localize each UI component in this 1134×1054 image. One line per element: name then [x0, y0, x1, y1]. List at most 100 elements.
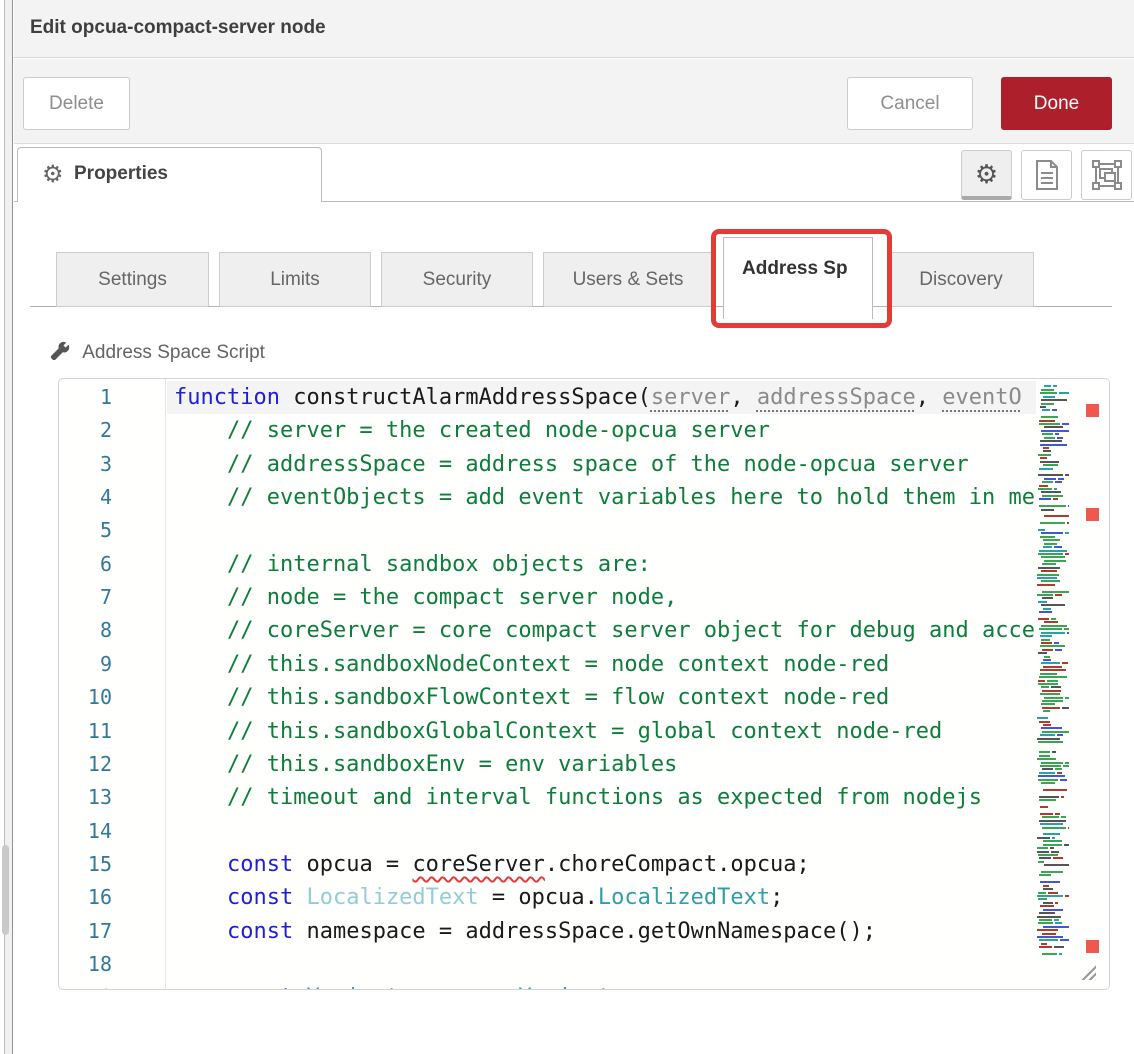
minimap-line — [1039, 420, 1055, 422]
minimap-line — [1039, 939, 1058, 941]
minimap-line — [1041, 556, 1065, 558]
properties-icon-button[interactable]: ⚙ — [961, 150, 1012, 200]
dialog-button-bar: Delete Cancel Done — [14, 59, 1134, 144]
tab-properties[interactable]: ⚙ Properties — [17, 147, 322, 202]
minimap-line — [1055, 922, 1062, 924]
appearance-icon-button[interactable] — [1081, 150, 1132, 200]
minimap-line — [1038, 854, 1058, 856]
error-marker — [1086, 404, 1099, 417]
minimap-line — [1038, 922, 1053, 924]
minimap-line — [1044, 621, 1059, 623]
minimap-line — [1042, 933, 1056, 935]
line-number: 7 — [58, 581, 112, 614]
minimap-line — [1043, 840, 1063, 842]
minimap-line — [1041, 430, 1069, 432]
minimap[interactable] — [1036, 379, 1069, 990]
line-number: 16 — [58, 881, 112, 914]
minimap-line — [1041, 727, 1062, 729]
minimap-line — [1055, 768, 1062, 770]
cancel-button[interactable]: Cancel — [847, 77, 973, 130]
line-number: 9 — [58, 648, 112, 681]
minimap-line — [1054, 946, 1064, 948]
code-line: // this.sandboxNodeContext = node contex… — [167, 648, 1094, 681]
tab-limits[interactable]: Limits — [219, 252, 371, 307]
minimap-line — [1050, 847, 1053, 849]
tab-address-space[interactable]: Address Sp — [723, 237, 873, 319]
minimap-line — [1041, 625, 1067, 627]
minimap-line — [1041, 532, 1063, 534]
minimap-line — [1039, 799, 1056, 801]
minimap-line — [1039, 550, 1066, 552]
minimap-line — [1042, 597, 1053, 599]
done-button[interactable]: Done — [1001, 77, 1112, 130]
minimap-line — [1039, 676, 1067, 678]
minimap-line — [1038, 861, 1044, 863]
tab-security[interactable]: Security — [381, 252, 533, 307]
minimap-line — [1059, 953, 1062, 955]
minimap-line — [1041, 509, 1054, 511]
minimap-line — [1043, 608, 1051, 610]
minimap-line — [1042, 649, 1054, 651]
line-number: 3 — [58, 448, 112, 481]
minimap-line — [1044, 437, 1056, 439]
code-text-area[interactable]: function constructAlarmAddressSpace(serv… — [167, 379, 1094, 990]
minimap-line — [1040, 693, 1060, 695]
minimap-line — [1037, 758, 1056, 760]
minimap-line — [1042, 827, 1065, 829]
minimap-line — [1047, 680, 1058, 682]
minimap-line — [1054, 642, 1058, 644]
minimap-line — [1043, 789, 1068, 791]
line-number: 1 — [58, 381, 112, 414]
minimap-line — [1041, 580, 1060, 582]
minimap-line — [1057, 437, 1062, 439]
minimap-line — [1037, 929, 1058, 931]
minimap-line — [1041, 686, 1049, 688]
minimap-line — [1038, 683, 1059, 685]
minimap-line — [1038, 474, 1063, 476]
minimap-line — [1039, 498, 1051, 500]
line-number: 18 — [58, 948, 112, 981]
page-scrollbar-thumb[interactable] — [2, 845, 9, 935]
minimap-line — [1039, 796, 1059, 798]
tab-discovery[interactable]: Discovery — [888, 252, 1034, 307]
description-icon-button[interactable] — [1021, 150, 1072, 200]
minimap-line — [1055, 902, 1058, 904]
minimap-line — [1058, 478, 1064, 480]
minimap-line — [1040, 635, 1052, 637]
minimap-line — [1041, 403, 1054, 405]
code-editor[interactable]: 12345678910111213141516171819 function c… — [58, 378, 1110, 990]
minimap-line — [1041, 782, 1055, 784]
minimap-line — [1041, 639, 1050, 641]
minimap-line — [1040, 734, 1055, 736]
minimap-line — [1040, 881, 1060, 883]
minimap-line — [1039, 423, 1060, 425]
minimap-line — [1043, 464, 1058, 466]
minimap-line — [1052, 409, 1057, 411]
minimap-line — [1037, 936, 1063, 938]
minimap-line — [1037, 738, 1060, 740]
tab-users-sets[interactable]: Users & Sets — [543, 252, 713, 307]
minimap-line — [1039, 755, 1051, 757]
minimap-line — [1055, 813, 1060, 815]
minimap-line — [1040, 536, 1055, 538]
minimap-line — [1043, 885, 1050, 887]
minimap-line — [1038, 529, 1045, 531]
script-section-label: Address Space Script — [50, 341, 265, 367]
delete-button[interactable]: Delete — [23, 77, 130, 130]
appearance-icon — [1092, 160, 1122, 190]
tab-settings[interactable]: Settings — [56, 252, 209, 307]
minimap-line — [1038, 898, 1047, 900]
line-number: 11 — [58, 715, 112, 748]
line-number: 2 — [58, 414, 112, 447]
minimap-line — [1041, 762, 1064, 764]
minimap-line — [1043, 833, 1060, 835]
minimap-line — [1041, 604, 1066, 606]
minimap-line — [1037, 717, 1048, 719]
code-line: // eventObjects = add event variables he… — [167, 481, 1094, 514]
minimap-line — [1041, 399, 1067, 401]
minimap-line — [1038, 454, 1051, 456]
minimap-line — [1051, 851, 1059, 853]
minimap-line — [1038, 892, 1046, 894]
code-line: // addressSpace = address space of the n… — [167, 448, 1094, 481]
minimap-line — [1041, 943, 1047, 945]
